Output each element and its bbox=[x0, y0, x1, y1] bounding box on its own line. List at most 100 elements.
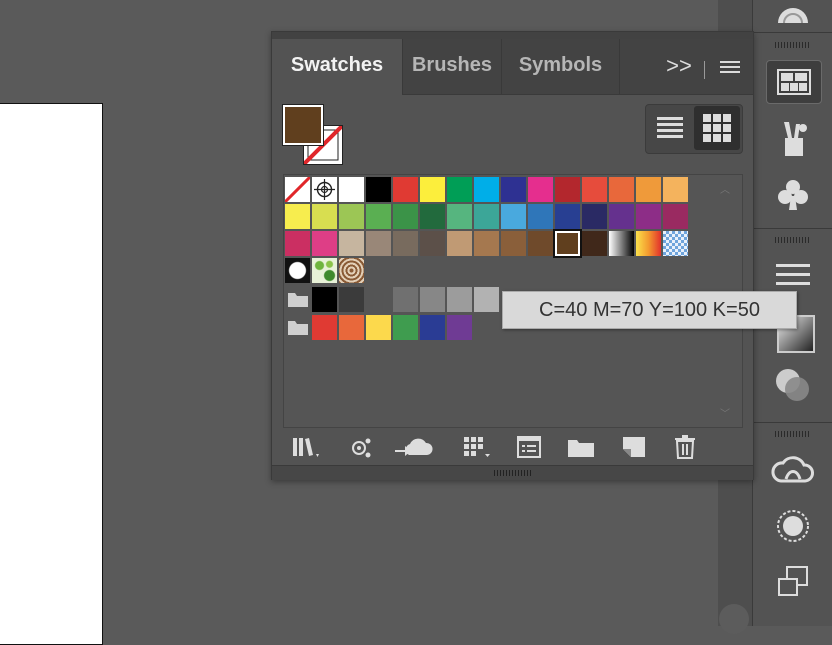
swatch[interactable] bbox=[312, 231, 337, 256]
swatch[interactable] bbox=[555, 204, 580, 229]
panel-footer bbox=[272, 429, 753, 467]
swatch[interactable] bbox=[447, 177, 472, 202]
swatch[interactable] bbox=[393, 231, 418, 256]
new-color-group-icon[interactable] bbox=[564, 432, 598, 462]
swatch[interactable] bbox=[420, 231, 445, 256]
swatch[interactable] bbox=[339, 231, 364, 256]
swatch[interactable] bbox=[553, 229, 582, 258]
group-swatch[interactable] bbox=[447, 287, 472, 312]
symbols-panel-icon[interactable] bbox=[771, 175, 815, 215]
swatch[interactable] bbox=[447, 204, 472, 229]
more-tabs-button[interactable]: >> bbox=[665, 51, 693, 81]
swatch-tooltip: C=40 M=70 Y=100 K=50 bbox=[502, 291, 797, 329]
fill-swatch[interactable] bbox=[282, 104, 324, 146]
swatch[interactable] bbox=[285, 204, 310, 229]
group-swatch[interactable] bbox=[474, 287, 499, 312]
swatch[interactable] bbox=[447, 231, 472, 256]
swatch-options-icon[interactable] bbox=[512, 432, 546, 462]
add-to-library-icon[interactable] bbox=[394, 432, 434, 462]
open-swatch-library-menu-icon[interactable] bbox=[460, 432, 494, 462]
group-swatch[interactable] bbox=[339, 287, 364, 312]
new-swatch-icon[interactable] bbox=[617, 432, 651, 462]
swatch[interactable] bbox=[528, 204, 553, 229]
list-view-button[interactable] bbox=[647, 106, 693, 150]
swatch-libraries-icon[interactable] bbox=[290, 432, 324, 462]
fill-stroke-indicator bbox=[282, 104, 345, 167]
swatch-pattern-dots[interactable] bbox=[285, 258, 310, 283]
swatch-transparency-blue[interactable] bbox=[663, 231, 688, 256]
swatch[interactable] bbox=[474, 231, 499, 256]
panel-tabs: Swatches Brushes Symbols >> bbox=[272, 39, 753, 95]
group-swatch[interactable] bbox=[447, 315, 472, 340]
tab-symbols[interactable]: Symbols bbox=[502, 39, 619, 94]
color-group-folder-icon[interactable] bbox=[287, 292, 309, 308]
group-swatch[interactable] bbox=[366, 315, 391, 340]
swatch[interactable] bbox=[474, 177, 499, 202]
swatch[interactable] bbox=[528, 231, 553, 256]
artboard bbox=[0, 103, 103, 645]
trash-icon[interactable] bbox=[668, 432, 702, 462]
panel-menu-icon[interactable] bbox=[720, 57, 740, 77]
group-swatch[interactable] bbox=[366, 287, 391, 312]
swatch-gradient-bw[interactable] bbox=[609, 231, 634, 256]
stroke-panel-icon[interactable] bbox=[771, 255, 815, 295]
show-swatch-kinds-icon[interactable] bbox=[344, 432, 378, 462]
swatch[interactable] bbox=[555, 177, 580, 202]
swatch-pattern-leaves[interactable] bbox=[312, 258, 337, 283]
swatch[interactable] bbox=[501, 204, 526, 229]
artboards-panel-icon[interactable] bbox=[771, 562, 815, 602]
swatch[interactable] bbox=[528, 177, 553, 202]
swatches-panel-icon[interactable] bbox=[766, 60, 822, 104]
swatch[interactable] bbox=[582, 177, 607, 202]
thumbnail-view-button[interactable] bbox=[694, 106, 740, 150]
scroll-thumb[interactable] bbox=[719, 604, 749, 634]
swatch[interactable] bbox=[312, 204, 337, 229]
group-swatch[interactable] bbox=[393, 287, 418, 312]
group-swatch[interactable] bbox=[312, 315, 337, 340]
swatch[interactable] bbox=[501, 177, 526, 202]
swatch-registration[interactable] bbox=[312, 177, 337, 202]
swatch[interactable] bbox=[393, 177, 418, 202]
swatch[interactable] bbox=[366, 204, 391, 229]
swatch[interactable] bbox=[366, 177, 391, 202]
swatches-panel: Swatches Brushes Symbols >> ︿ ﹀ bbox=[271, 31, 754, 480]
tab-brushes[interactable]: Brushes bbox=[403, 39, 501, 94]
swatch[interactable] bbox=[501, 231, 526, 256]
tab-swatches[interactable]: Swatches bbox=[272, 39, 402, 95]
swatch[interactable] bbox=[474, 204, 499, 229]
swatch[interactable] bbox=[582, 231, 607, 256]
group-swatch[interactable] bbox=[339, 315, 364, 340]
swatch[interactable] bbox=[609, 204, 634, 229]
panel-title-bar[interactable] bbox=[272, 32, 753, 39]
swatch[interactable] bbox=[339, 204, 364, 229]
appearance-panel-icon[interactable] bbox=[771, 506, 815, 546]
swatch[interactable] bbox=[393, 204, 418, 229]
panel-resize-grip[interactable] bbox=[272, 465, 753, 480]
swatch-none[interactable] bbox=[283, 175, 312, 204]
view-toggle bbox=[645, 104, 743, 154]
swatch[interactable] bbox=[636, 177, 661, 202]
swatch[interactable] bbox=[663, 204, 688, 229]
transparency-panel-icon[interactable] bbox=[771, 365, 815, 405]
swatch[interactable] bbox=[609, 177, 634, 202]
scroll-up-icon[interactable]: ︿ bbox=[717, 181, 733, 196]
swatch[interactable] bbox=[663, 177, 688, 202]
color-guide-icon[interactable] bbox=[771, 0, 815, 34]
cc-libraries-icon[interactable] bbox=[771, 450, 815, 490]
swatch-pattern-swirl[interactable] bbox=[339, 258, 364, 283]
swatch[interactable] bbox=[420, 204, 445, 229]
swatch[interactable] bbox=[339, 177, 364, 202]
swatch[interactable] bbox=[285, 231, 310, 256]
swatch[interactable] bbox=[366, 231, 391, 256]
group-swatch[interactable] bbox=[420, 287, 445, 312]
swatch-gradient-orange[interactable] bbox=[636, 231, 661, 256]
color-group-folder-icon[interactable] bbox=[287, 320, 309, 336]
scroll-down-icon[interactable]: ﹀ bbox=[717, 405, 733, 420]
swatch[interactable] bbox=[582, 204, 607, 229]
group-swatch[interactable] bbox=[420, 315, 445, 340]
swatch[interactable] bbox=[636, 204, 661, 229]
group-swatch[interactable] bbox=[312, 287, 337, 312]
swatch[interactable] bbox=[420, 177, 445, 202]
brushes-panel-icon[interactable] bbox=[771, 118, 815, 158]
group-swatch[interactable] bbox=[393, 315, 418, 340]
